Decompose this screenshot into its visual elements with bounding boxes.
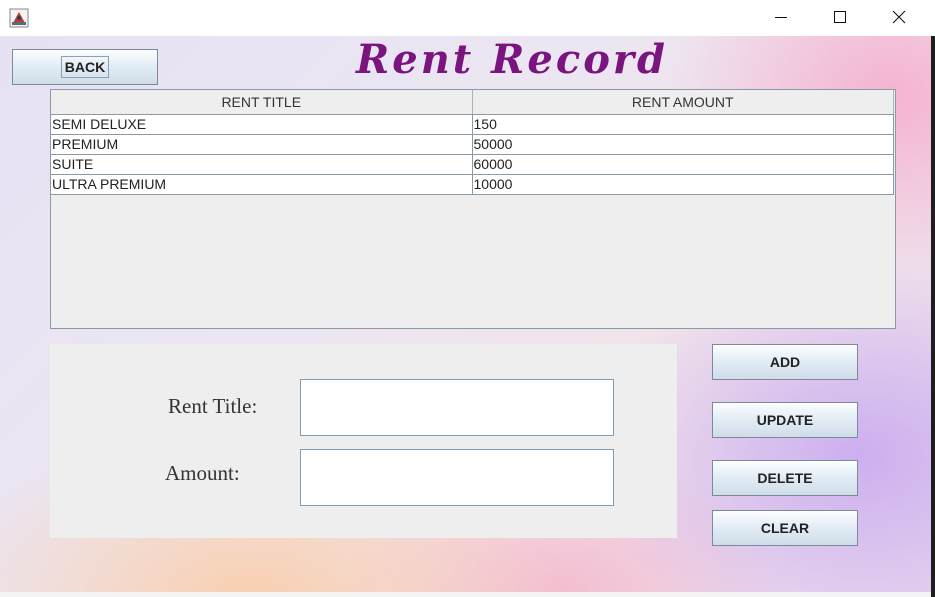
maximize-button[interactable] (811, 0, 869, 34)
title-bar (0, 0, 935, 36)
back-button[interactable]: BACK (12, 49, 158, 85)
back-button-label: BACK (60, 56, 110, 78)
cell-rent-title[interactable]: SUITE (51, 155, 473, 174)
close-button[interactable] (870, 0, 928, 34)
delete-button[interactable]: DELETE (712, 460, 858, 496)
page-title: Rent Record (356, 36, 668, 83)
column-header-rent-amount[interactable]: RENT AMOUNT (473, 90, 894, 114)
rent-title-input[interactable] (300, 379, 614, 436)
table-header: RENT TITLE RENT AMOUNT (51, 90, 894, 115)
table-row[interactable]: ULTRA PREMIUM 10000 (51, 175, 894, 195)
minimize-button[interactable] (752, 0, 810, 34)
table-body: SEMI DELUXE 150 PREMIUM 50000 SUITE 6000… (51, 115, 894, 195)
cell-rent-amount[interactable]: 50000 (473, 135, 894, 154)
maximize-icon (834, 11, 846, 23)
column-header-rent-title[interactable]: RENT TITLE (51, 90, 473, 114)
cell-rent-title[interactable]: PREMIUM (51, 135, 473, 154)
background-window-edge (931, 36, 935, 597)
rent-title-label: Rent Title: (168, 394, 258, 418)
cell-rent-title[interactable]: SEMI DELUXE (51, 115, 473, 134)
table-row[interactable]: SUITE 60000 (51, 155, 894, 175)
window-bottom-border (0, 592, 931, 597)
cell-rent-title[interactable]: ULTRA PREMIUM (51, 175, 473, 194)
close-icon (892, 10, 906, 24)
table-row[interactable]: PREMIUM 50000 (51, 135, 894, 155)
table-row[interactable]: SEMI DELUXE 150 (51, 115, 894, 135)
cell-rent-amount[interactable]: 150 (473, 115, 894, 134)
rent-table: RENT TITLE RENT AMOUNT SEMI DELUXE 150 P… (50, 89, 896, 329)
cell-rent-amount[interactable]: 60000 (473, 155, 894, 174)
cell-rent-amount[interactable]: 10000 (473, 175, 894, 194)
clear-button[interactable]: CLEAR (712, 510, 858, 546)
rent-form: Rent Title: Amount: (50, 344, 677, 538)
amount-label: Amount: (165, 461, 240, 485)
java-app-icon (9, 8, 29, 28)
content-panel: BACK Rent Record RENT TITLE RENT AMOUNT … (0, 36, 931, 592)
minimize-icon (775, 17, 787, 18)
update-button[interactable]: UPDATE (712, 402, 858, 438)
amount-input[interactable] (300, 449, 614, 506)
add-button[interactable]: ADD (712, 344, 858, 380)
